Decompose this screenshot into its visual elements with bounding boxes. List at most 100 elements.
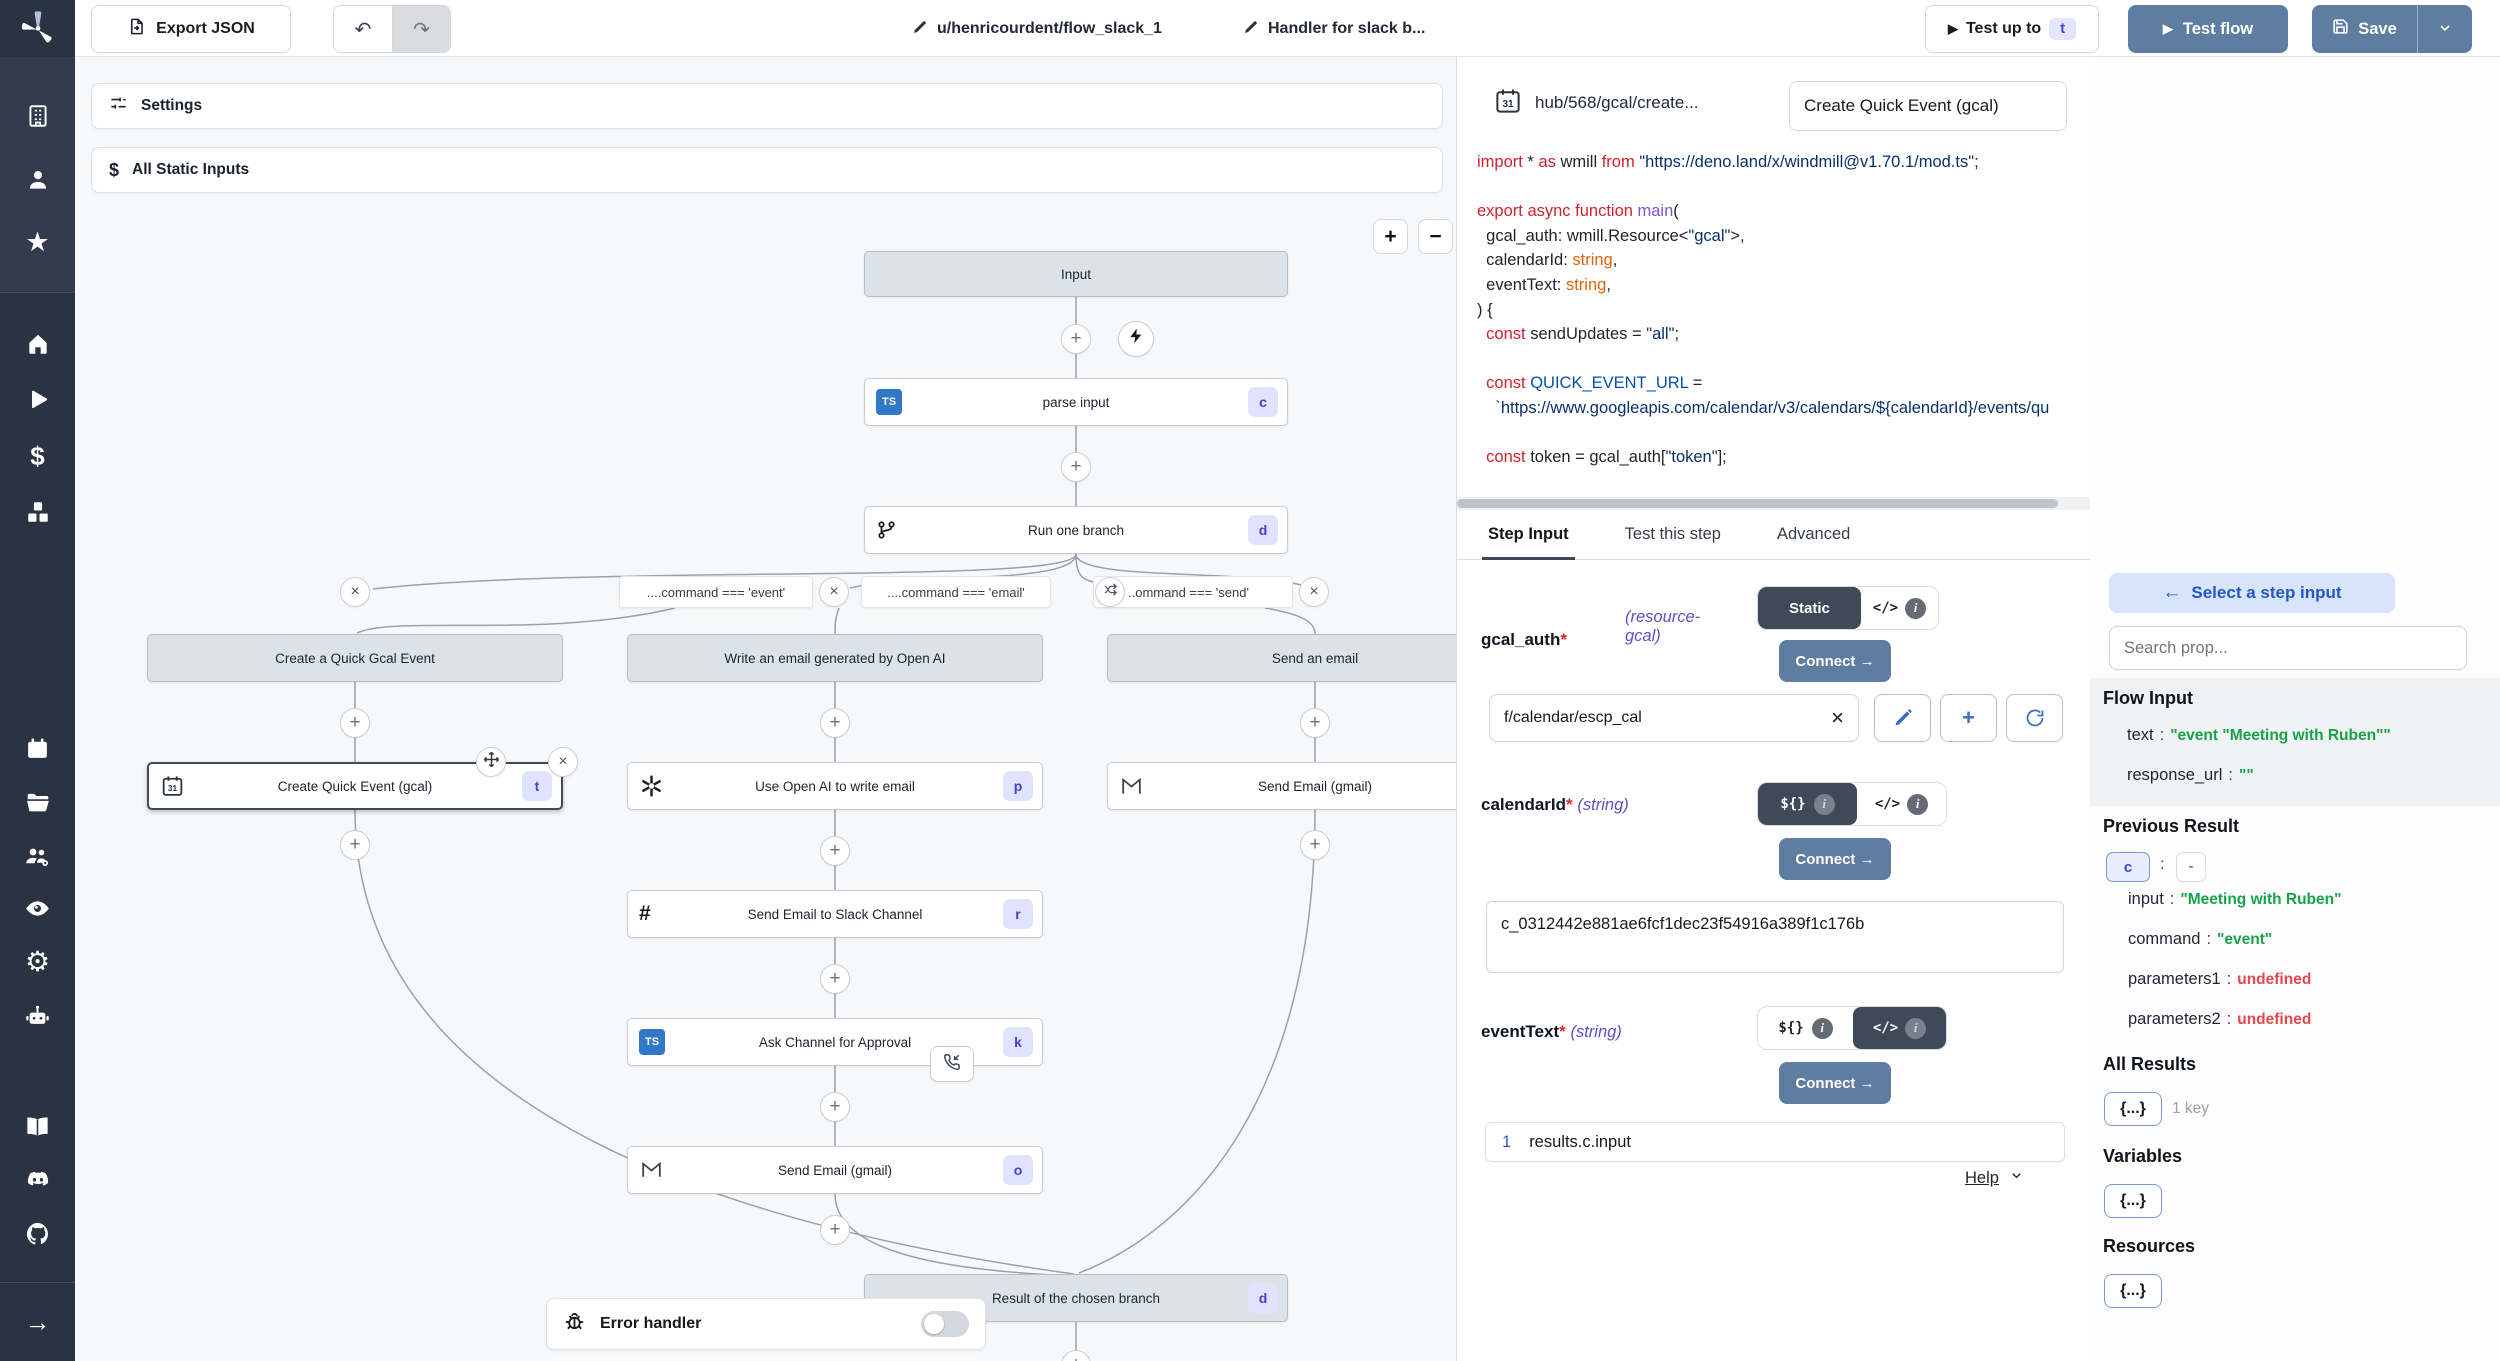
hub-script-path[interactable]: hub/568/gcal/create... [1535, 93, 1699, 113]
move-step-handle[interactable] [476, 747, 506, 777]
run-one-branch-node[interactable]: Run one branch d [864, 506, 1288, 554]
mode-static[interactable]: ${}i [1758, 1007, 1853, 1049]
export-json-button[interactable]: Export JSON [91, 5, 291, 53]
prop-row[interactable]: parameters1:undefined [2128, 970, 2311, 989]
save-button[interactable]: Save [2312, 17, 2417, 41]
openai-write-email-node[interactable]: Use Open AI to write email p [627, 762, 1043, 810]
sidebar-item-discord[interactable] [0, 1158, 75, 1202]
previous-step-badge[interactable]: c [2106, 852, 2150, 882]
mode-javascript[interactable]: </>i [1853, 1007, 1946, 1049]
connect-button-calendar-id[interactable]: Connect → [1779, 838, 1891, 880]
add-step-button[interactable]: + [820, 708, 850, 738]
prop-row[interactable]: text:"event "Meeting with Ruben"" [2127, 726, 2391, 745]
add-step-button[interactable]: + [820, 964, 850, 994]
sidebar-item-home[interactable] [0, 322, 75, 366]
expand-all-results-button[interactable]: {...} [2104, 1092, 2162, 1126]
connect-button-event-text[interactable]: Connect → [1779, 1062, 1891, 1104]
send-email-gmail-mid-node[interactable]: Send Email (gmail) o [627, 1146, 1043, 1194]
send-email-slack-node[interactable]: # Send Email to Slack Channel r [627, 890, 1043, 938]
event-text-expression-editor[interactable]: 1 results.c.input [1485, 1122, 2065, 1162]
clear-resource-icon[interactable]: × [1831, 705, 1844, 731]
ask-channel-approval-node[interactable]: TS Ask Channel for Approval k [627, 1018, 1043, 1066]
remove-branch-button[interactable]: × [819, 577, 849, 607]
suspend-approval-chip[interactable] [930, 1046, 974, 1082]
prop-row[interactable]: response_url:"" [2127, 766, 2254, 785]
undo-button[interactable]: ↶ [334, 6, 392, 52]
mode-static[interactable]: ${}i [1758, 783, 1857, 825]
mode-javascript[interactable]: </>i [1857, 783, 1946, 825]
sidebar-item-docs[interactable] [0, 1104, 75, 1148]
prop-row[interactable]: command:"event" [2128, 930, 2272, 949]
delete-step-button[interactable]: × [548, 747, 578, 777]
shuffle-branch-button[interactable] [1095, 577, 1125, 607]
sidebar-item-workspace[interactable] [0, 94, 75, 138]
redo-button[interactable]: ↷ [392, 6, 450, 52]
prop-row[interactable]: input:"Meeting with Ruben" [2128, 890, 2341, 909]
send-email-gmail-node[interactable]: Send Email (gmail) [1107, 762, 1457, 810]
branch-node-openai-email[interactable]: Write an email generated by Open AI [627, 634, 1043, 682]
collapse-result-button[interactable]: - [2176, 852, 2206, 882]
add-step-button[interactable]: + [1300, 708, 1330, 738]
sidebar-item-user[interactable] [0, 158, 75, 202]
error-handler-bar[interactable]: Error handler [546, 1298, 986, 1350]
sidebar-item-workers[interactable] [0, 994, 75, 1038]
add-step-button[interactable]: + [340, 708, 370, 738]
expand-variables-button[interactable]: {...} [2104, 1184, 2162, 1218]
sidebar-item-folders[interactable] [0, 780, 75, 824]
branch-condition-label[interactable]: ....command === 'event' [619, 576, 813, 608]
flow-settings-bar[interactable]: Settings [91, 83, 1443, 129]
sidebar-item-groups[interactable] [0, 834, 75, 878]
step-name-input[interactable] [1789, 81, 2067, 131]
save-options-button[interactable] [2417, 5, 2472, 53]
sidebar-collapse-button[interactable]: → [0, 1300, 75, 1344]
edit-resource-button[interactable] [1874, 694, 1931, 742]
refresh-resource-button[interactable] [2006, 694, 2063, 742]
error-handler-toggle[interactable] [921, 1311, 969, 1337]
add-step-button[interactable]: + [820, 1215, 850, 1245]
add-step-button[interactable]: + [340, 830, 370, 860]
mode-javascript[interactable]: </>i [1861, 587, 1938, 629]
add-step-button[interactable]: + [1061, 452, 1091, 482]
parse-input-node[interactable]: TS parse input c [864, 378, 1288, 426]
sidebar-item-settings[interactable]: ⚙ [0, 940, 75, 984]
add-step-button[interactable]: + [820, 836, 850, 866]
flow-title-breadcrumb[interactable]: Handler for slack b... [1243, 0, 1425, 57]
sidebar-item-runs[interactable] [0, 378, 75, 422]
test-flow-button[interactable]: ▶ Test flow [2128, 5, 2288, 53]
add-step-button[interactable]: + [1061, 324, 1091, 354]
sidebar-item-favorites[interactable]: ★ [0, 220, 75, 264]
add-resource-button[interactable]: + [1940, 694, 1997, 742]
tab-advanced[interactable]: Advanced [1777, 510, 1850, 559]
windmill-logo[interactable] [0, 6, 75, 50]
flow-canvas[interactable]: Settings $ All Static Inputs + − [75, 57, 1457, 1361]
remove-branch-button[interactable]: × [1299, 577, 1329, 607]
sidebar-item-github[interactable] [0, 1212, 75, 1256]
zoom-out-button[interactable]: − [1418, 219, 1453, 254]
trigger-bolt-button[interactable] [1118, 321, 1154, 357]
tab-test-this-step[interactable]: Test this step [1625, 510, 1721, 559]
remove-branch-button[interactable]: × [340, 577, 370, 607]
flow-path-breadcrumb[interactable]: u/henricourdent/flow_slack_1 [912, 0, 1162, 57]
sidebar-item-schedules[interactable] [0, 726, 75, 770]
test-up-to-button[interactable]: ▶ Test up to t [1925, 5, 2099, 53]
all-static-inputs-bar[interactable]: $ All Static Inputs [91, 147, 1443, 193]
connect-button-gcal-auth[interactable]: Connect → [1779, 640, 1891, 682]
zoom-in-button[interactable]: + [1373, 219, 1408, 254]
sidebar-item-audit-logs[interactable] [0, 886, 75, 930]
search-prop-input[interactable] [2109, 626, 2467, 670]
branch-node-gcal-event[interactable]: Create a Quick Gcal Event [147, 634, 563, 682]
expand-resources-button[interactable]: {...} [2104, 1274, 2162, 1308]
sidebar-item-variables[interactable]: $ [0, 434, 75, 478]
add-step-button[interactable]: + [1300, 830, 1330, 860]
help-link[interactable]: Help [1965, 1168, 2024, 1188]
branch-condition-label[interactable]: ....command === 'email' [861, 576, 1051, 608]
mode-static[interactable]: Static [1758, 587, 1861, 629]
sidebar-item-resources[interactable] [0, 490, 75, 534]
tab-step-input[interactable]: Step Input [1488, 510, 1569, 559]
flow-input-node[interactable]: Input [864, 251, 1288, 297]
resource-path-input[interactable]: f/calendar/escp_cal × [1489, 694, 1859, 742]
calendar-id-textarea[interactable]: c_0312442e881ae6fcf1dec23f54916a389f1c17… [1486, 901, 2064, 973]
select-step-input-button[interactable]: ← Select a step input [2109, 573, 2395, 613]
add-step-button[interactable]: + [820, 1092, 850, 1122]
prop-row[interactable]: parameters2:undefined [2128, 1010, 2311, 1029]
